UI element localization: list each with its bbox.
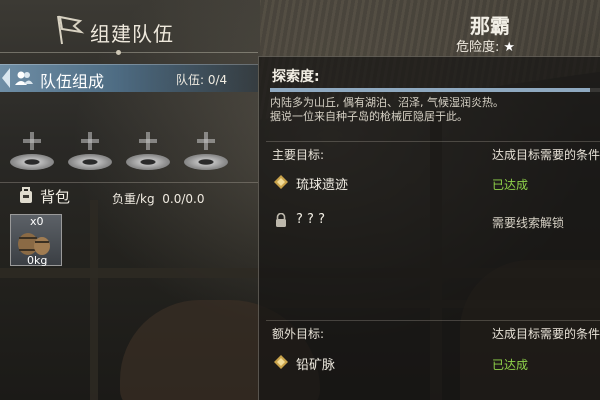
lock-icon [276, 213, 286, 227]
exploration-label: 探索度: [272, 69, 320, 85]
main-goal-status: 已达成 [492, 178, 529, 192]
item-count: x0 [30, 215, 44, 228]
main-goals-condition-header: 达成目标需要的条件 [492, 148, 600, 162]
team-slot-4[interactable] [184, 132, 228, 172]
description-line: 据说一位来自种子岛的枪械匠隐居于此。 [270, 110, 468, 123]
main-goal-name[interactable]: 琉球遗迹 [296, 174, 348, 193]
people-icon [15, 71, 33, 85]
region-description: 内陆多为山丘, 偶有湖泊、沼泽, 气候湿润炎热。 据说一位来自种子岛的枪械匠隐居… [270, 96, 600, 124]
star-icon: ★ [503, 40, 516, 55]
section-divider [266, 141, 600, 142]
wood-post [90, 200, 98, 400]
flag-icon [57, 15, 85, 45]
extra-goal-status: 已达成 [492, 358, 529, 372]
plus-icon [139, 132, 157, 150]
item-weight: 0kg [27, 254, 48, 267]
page-title: 组建队伍 [90, 22, 174, 46]
backpack-icon [20, 187, 32, 203]
team-composition-label: 队伍组成 [40, 72, 105, 91]
weight-info: 负重/kg 0.0/0.0 [112, 190, 204, 207]
slot-base [126, 154, 170, 170]
danger-label: 危险度: [456, 40, 500, 55]
main-goals-title: 主要目标: [272, 148, 325, 162]
arrow-left-icon [2, 68, 10, 88]
header-divider [0, 52, 258, 53]
extra-goal-name[interactable]: 铅矿脉 [296, 354, 335, 373]
location-name: 那霸 [470, 14, 510, 38]
description-line: 内陆多为山丘, 偶有湖泊、沼泽, 气候湿润炎热。 [270, 96, 504, 109]
exploration-progress-fill [270, 88, 590, 92]
backpack-label: 背包 [40, 188, 71, 206]
diamond-icon [274, 175, 288, 189]
section-divider [266, 320, 600, 321]
section-divider [0, 182, 258, 183]
slot-base [10, 154, 54, 170]
team-slot-1[interactable] [10, 132, 54, 172]
barrel-icon [18, 233, 50, 255]
plus-icon [197, 132, 215, 150]
plus-icon [23, 132, 41, 150]
diamond-icon [274, 355, 288, 369]
team-slot-2[interactable] [68, 132, 112, 172]
team-count: 队伍: 0/4 [176, 71, 227, 88]
extra-goals-condition-header: 达成目标需要的条件 [492, 327, 600, 341]
team-count-value: 0/4 [207, 73, 228, 87]
extra-goals-title: 额外目标: [272, 327, 325, 341]
locked-goal-name[interactable]: ? ? ? [296, 212, 325, 227]
weight-label: 负重/kg [112, 192, 155, 206]
slot-base [184, 154, 228, 170]
slot-base [68, 154, 112, 170]
weight-value: 0.0/0.0 [162, 192, 205, 206]
team-count-label: 队伍: [176, 73, 205, 87]
locked-goal-status: 需要线索解锁 [492, 216, 565, 230]
danger-level: 危险度: ★ [456, 36, 515, 55]
plus-icon [81, 132, 99, 150]
team-slot-3[interactable] [126, 132, 170, 172]
header-divider-dot [116, 50, 121, 55]
